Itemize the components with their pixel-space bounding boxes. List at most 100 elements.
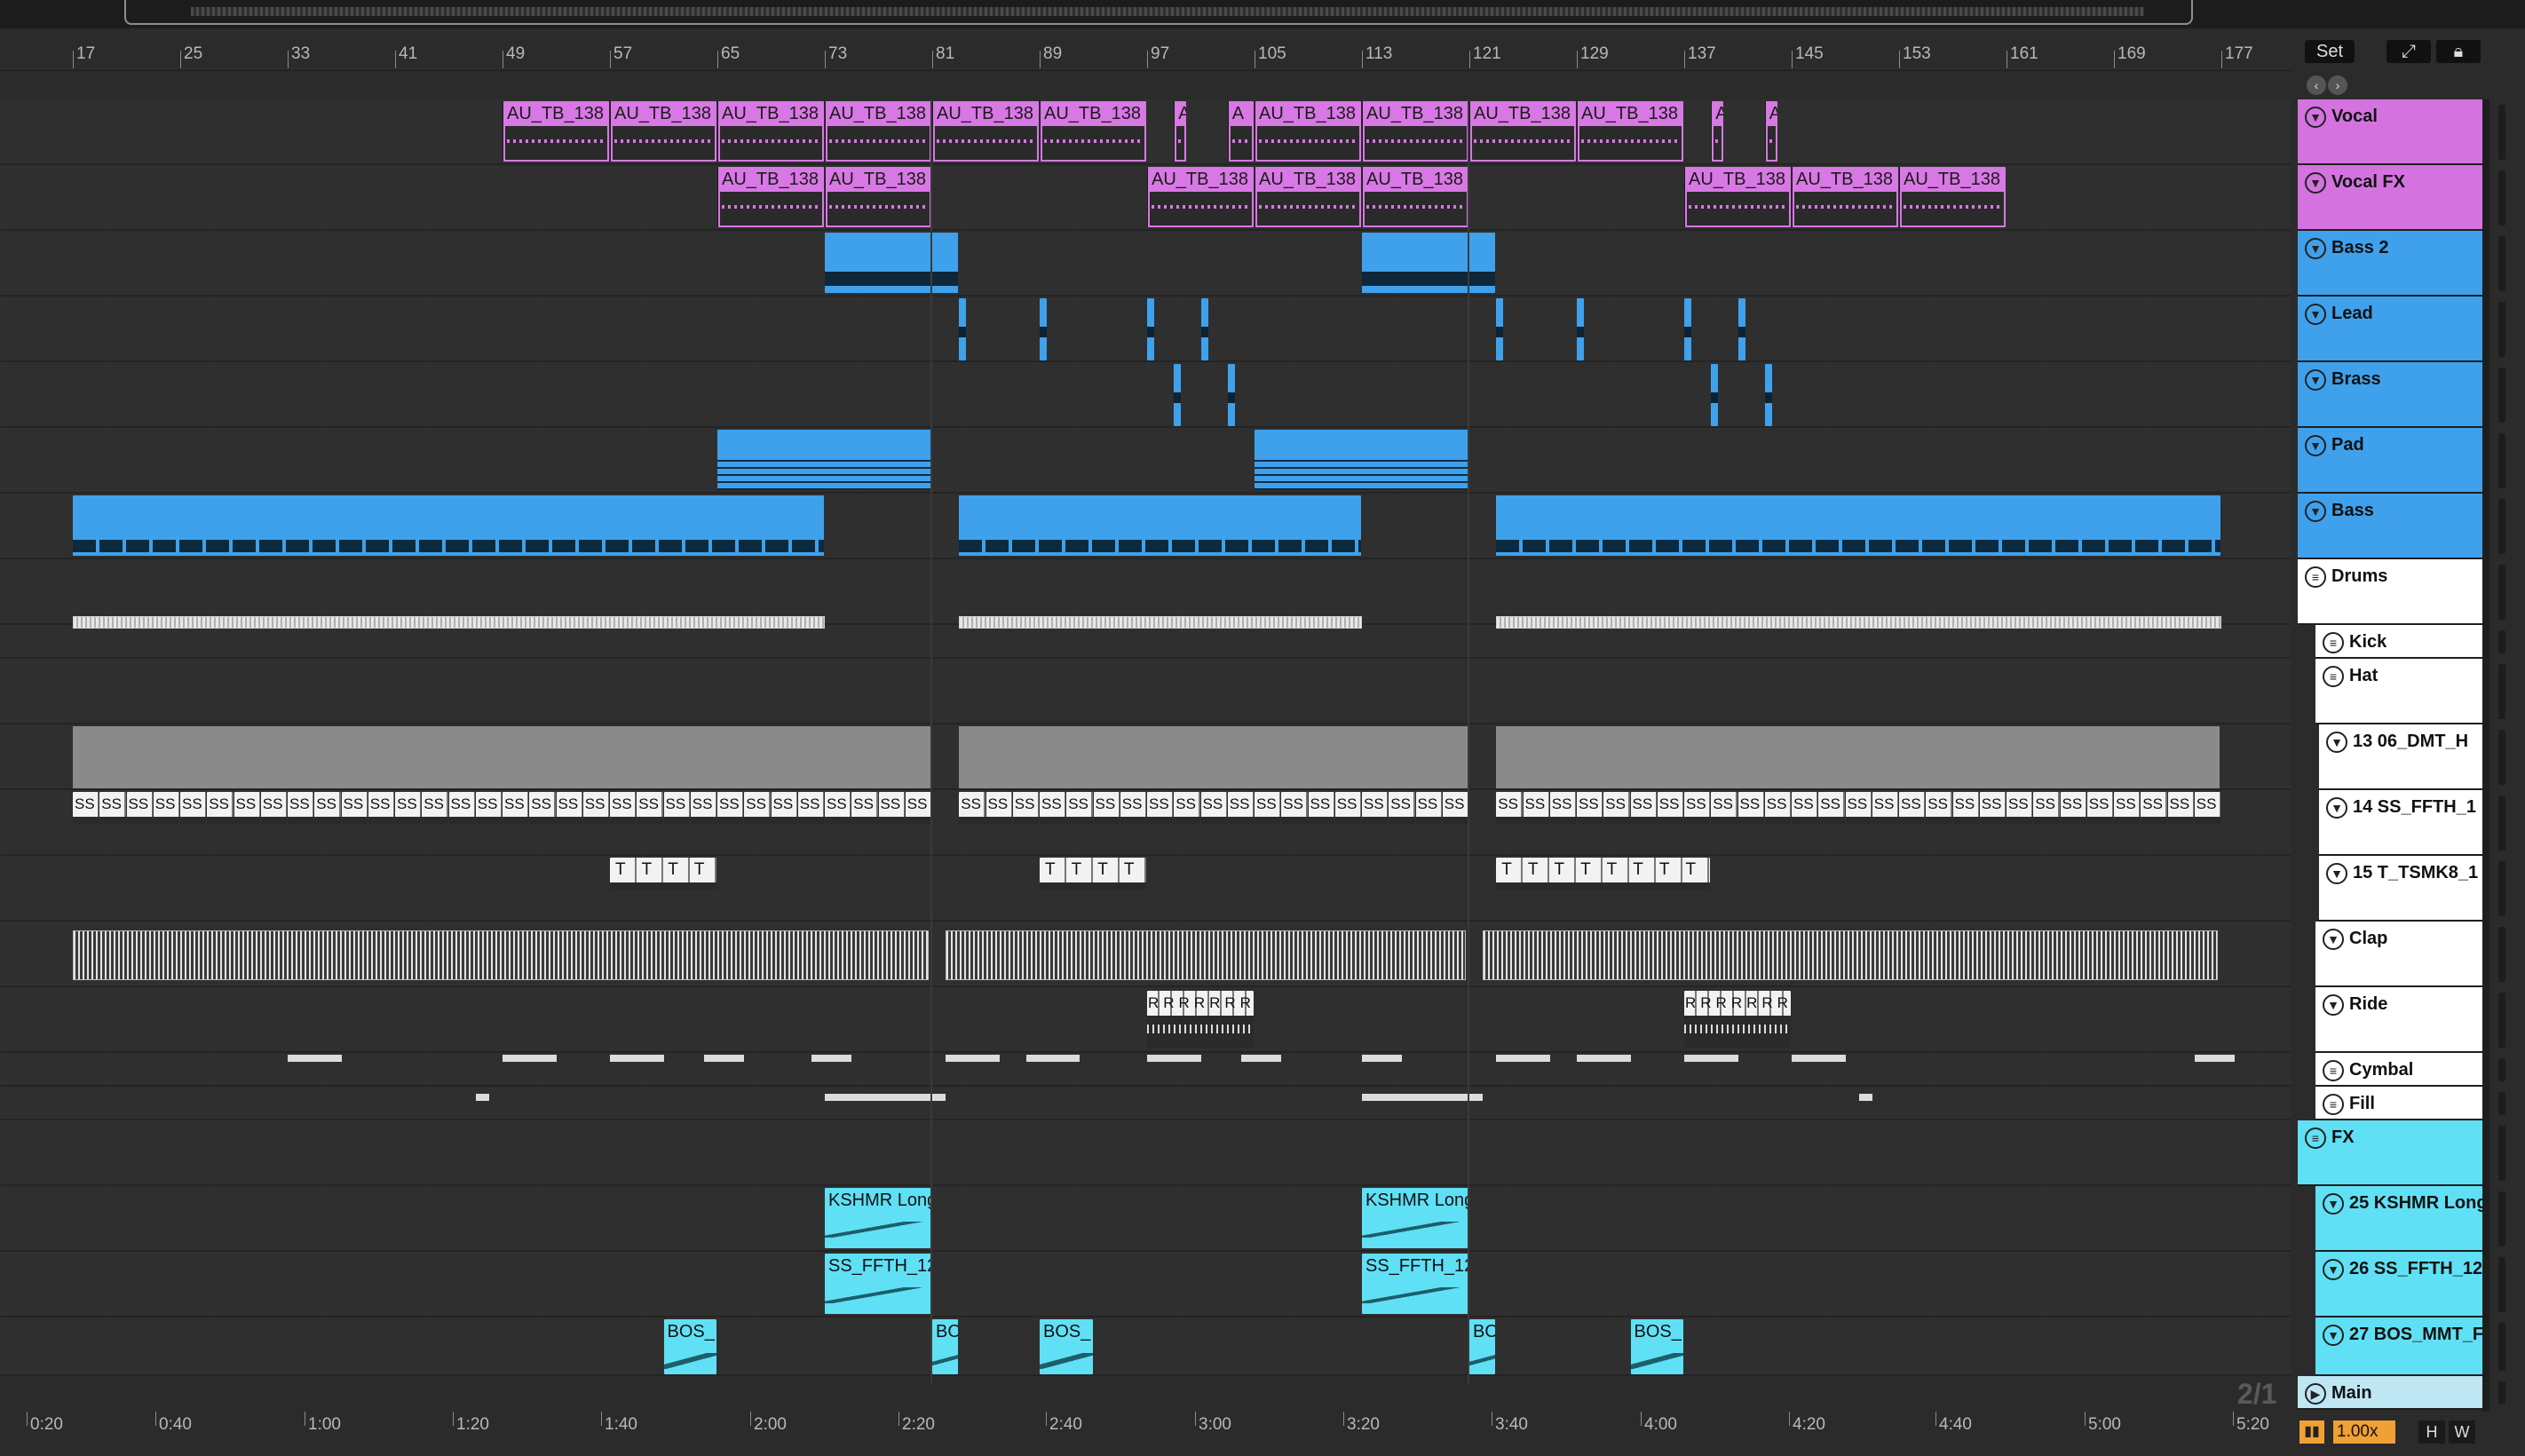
- clip[interactable]: A: [1174, 101, 1187, 162]
- clip[interactable]: [1227, 364, 1235, 426]
- chevron-circle-icon[interactable]: ▼: [2326, 732, 2347, 753]
- clip[interactable]: SS: [1523, 792, 1549, 824]
- track-lane[interactable]: [0, 1087, 2291, 1120]
- track-lane[interactable]: [0, 428, 2291, 494]
- clap-clip[interactable]: [946, 930, 1466, 980]
- clip[interactable]: BOS_: [663, 1319, 716, 1374]
- clip[interactable]: SS: [1952, 792, 1979, 824]
- chevron-circle-icon[interactable]: ▼: [2326, 797, 2347, 819]
- clip[interactable]: SS: [153, 792, 179, 824]
- clip[interactable]: SS: [448, 792, 475, 824]
- clip[interactable]: SS: [1549, 792, 1576, 824]
- chevron-circle-icon[interactable]: ▼: [2305, 501, 2326, 522]
- track-lane[interactable]: [0, 1318, 2291, 1376]
- clip[interactable]: SS: [825, 792, 851, 824]
- track-header[interactable]: ▼ Vocal FX: [2298, 165, 2482, 231]
- clip[interactable]: [825, 233, 959, 293]
- chevron-circle-icon[interactable]: ▼: [2323, 1259, 2344, 1280]
- clip[interactable]: AU_TB_138: [1362, 101, 1468, 162]
- clip[interactable]: [1496, 495, 2220, 556]
- clip[interactable]: SS: [771, 792, 797, 824]
- clip[interactable]: AU_TB_138: [503, 101, 609, 162]
- clip[interactable]: SS_FFTH_12: [1362, 1254, 1468, 1314]
- play-circle-icon[interactable]: ▶: [2305, 1383, 2326, 1405]
- track-header[interactable]: ▼ Pad: [2298, 428, 2482, 494]
- clip[interactable]: TTTTTTTT: [1040, 858, 1146, 890]
- fill-clip[interactable]: [1362, 1094, 1484, 1101]
- kick-clip[interactable]: [959, 616, 1362, 629]
- cymbal-clip[interactable]: [1240, 1055, 1282, 1062]
- clip[interactable]: SS: [905, 792, 931, 824]
- clip[interactable]: AU_TB_138: [1040, 101, 1146, 162]
- clip[interactable]: [1684, 298, 1691, 360]
- clip[interactable]: SS: [422, 792, 448, 824]
- clip[interactable]: SS: [1389, 792, 1415, 824]
- cymbal-clip[interactable]: [811, 1055, 852, 1062]
- time-ruler[interactable]: 0:20 0:40 1:00 1:20 1:40 2:00 2:20 2:40 3:00 3:20…: [0, 1412, 2525, 1456]
- clip[interactable]: RRRRRRRR: [1684, 991, 1791, 1048]
- track-header[interactable]: ▼ 14 SS_FFTH_1: [2319, 790, 2482, 856]
- overview-strip[interactable]: [0, 0, 2525, 28]
- clip[interactable]: A: [1711, 101, 1724, 162]
- clip[interactable]: SS: [2141, 792, 2167, 824]
- arrangement-lanes[interactable]: AU_TB_138 AU_TB_138 AU_TB_138 AU_TB_138 AU_T…: [0, 99, 2291, 1385]
- clip[interactable]: SS: [2194, 792, 2220, 824]
- clip[interactable]: SS: [582, 792, 609, 824]
- clip[interactable]: SS: [1442, 792, 1468, 824]
- clip[interactable]: BO: [1469, 1319, 1496, 1374]
- clip[interactable]: AU_TB_138: [1899, 167, 2006, 227]
- clip[interactable]: SS: [1899, 792, 1926, 824]
- clip[interactable]: SS: [717, 792, 744, 824]
- clip[interactable]: [1711, 364, 1719, 426]
- track-header[interactable]: ≡ Fill: [2315, 1087, 2482, 1120]
- hat-clip[interactable]: [73, 726, 930, 788]
- clip[interactable]: SS: [1496, 792, 1523, 824]
- track-header[interactable]: ▼ 15 T_TSMK8_1: [2319, 856, 2482, 922]
- track-header[interactable]: ▶ Main: [2298, 1376, 2482, 1410]
- clip[interactable]: [1737, 298, 1745, 360]
- clip[interactable]: [1496, 298, 1504, 360]
- cymbal-clip[interactable]: [503, 1055, 557, 1062]
- clip[interactable]: SS: [1120, 792, 1146, 824]
- cymbal-clip[interactable]: [1577, 1055, 1631, 1062]
- clip[interactable]: SS: [744, 792, 771, 824]
- clip[interactable]: [1200, 298, 1208, 360]
- clip[interactable]: AU_TB_138: [1792, 167, 1898, 227]
- clip[interactable]: AU_TB_138: [1147, 167, 1254, 227]
- clip[interactable]: SS: [73, 792, 99, 824]
- clip[interactable]: SS: [1764, 792, 1791, 824]
- vertical-scrollbar[interactable]: [2482, 99, 2489, 1426]
- track-header[interactable]: ≡ Drums: [2298, 559, 2482, 625]
- fill-clip[interactable]: [825, 1094, 946, 1101]
- track-header[interactable]: ▼ 27 BOS_MMT_F: [2315, 1318, 2482, 1376]
- cymbal-clip[interactable]: [1792, 1055, 1846, 1062]
- clip[interactable]: BOS_: [1040, 1319, 1093, 1374]
- clip[interactable]: SS: [1577, 792, 1603, 824]
- track-header[interactable]: ≡ Cymbal: [2315, 1053, 2482, 1087]
- track-header[interactable]: ▼ Bass 2: [2298, 231, 2482, 297]
- clap-clip[interactable]: [1483, 930, 2218, 980]
- clip[interactable]: [1764, 364, 1772, 426]
- clip[interactable]: [959, 298, 967, 360]
- clap-clip[interactable]: [73, 930, 929, 980]
- track-lane[interactable]: [0, 1120, 2291, 1186]
- clip[interactable]: SS: [1737, 792, 1764, 824]
- clip[interactable]: SS: [234, 792, 260, 824]
- clip[interactable]: SS: [1603, 792, 1630, 824]
- hat-clip[interactable]: [959, 726, 1468, 788]
- clip[interactable]: SS: [637, 792, 663, 824]
- clip[interactable]: SS: [1362, 792, 1389, 824]
- clip[interactable]: SS: [2060, 792, 2086, 824]
- clip[interactable]: SS: [314, 792, 341, 824]
- clip[interactable]: SS: [1227, 792, 1254, 824]
- clip[interactable]: SS: [1979, 792, 2006, 824]
- chevron-circle-icon[interactable]: ▼: [2305, 172, 2326, 194]
- nav-back-icon[interactable]: ‹: [2307, 75, 2326, 95]
- group-icon[interactable]: ≡: [2323, 1094, 2344, 1115]
- group-icon[interactable]: ≡: [2323, 666, 2344, 687]
- clip[interactable]: SS: [2167, 792, 2194, 824]
- clip[interactable]: TTTT: [610, 858, 716, 890]
- cymbal-clip[interactable]: [1147, 1055, 1201, 1062]
- chevron-circle-icon[interactable]: ▼: [2305, 107, 2326, 128]
- track-lane[interactable]: [0, 1053, 2291, 1087]
